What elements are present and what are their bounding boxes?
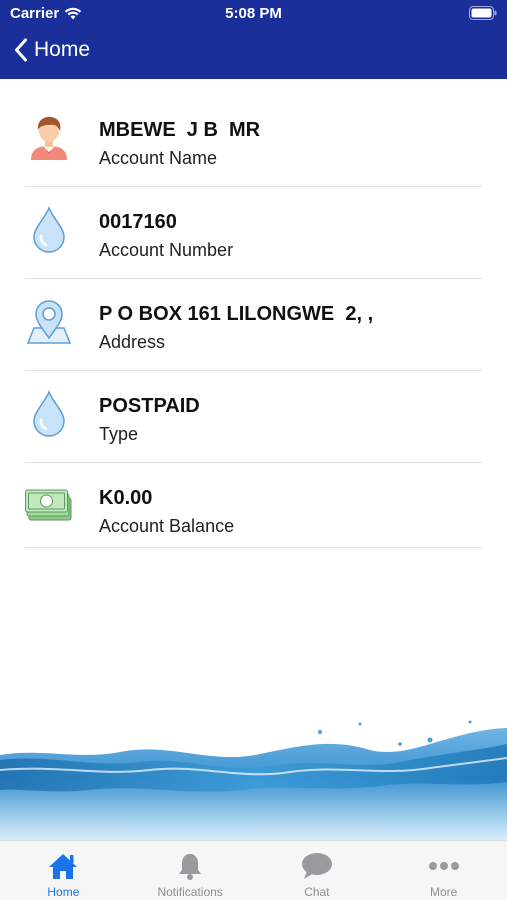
back-button[interactable]: Home xyxy=(14,38,90,62)
account-balance-label: Account Balance xyxy=(99,516,235,536)
type-label: Type xyxy=(99,424,139,444)
water-drop-icon xyxy=(25,205,73,255)
water-splash-image xyxy=(0,720,507,840)
status-bar: Carrier 5:08 PM xyxy=(0,0,507,28)
account-number-label: Account Number xyxy=(99,240,234,260)
list-item-address: P O BOX 161 LILONGWE 2, , Address xyxy=(25,279,482,371)
back-button-label: Home xyxy=(34,38,91,61)
home-icon xyxy=(47,851,79,881)
list-item-account-balance: K0.00 Account Balance xyxy=(25,463,482,548)
location-pin-icon xyxy=(25,297,73,347)
list-item-type: POSTPAID Type xyxy=(25,371,482,463)
tab-more-label: More xyxy=(429,885,458,899)
app-header: Carrier 5:08 PM Home xyxy=(0,0,507,79)
tab-notifications-label: Notifications xyxy=(157,885,223,899)
list-item-account-name: MBEWE J B MR Account Name xyxy=(25,95,482,187)
list-item-account-number: 0017160 Account Number xyxy=(25,187,482,279)
cash-icon xyxy=(25,481,73,531)
type-value: POSTPAID xyxy=(99,395,200,417)
account-number-value: 0017160 xyxy=(99,211,177,233)
account-name-value: MBEWE J B MR xyxy=(99,119,261,141)
status-time: 5:08 PM xyxy=(225,5,282,22)
chevron-left-icon xyxy=(15,38,27,62)
tab-more[interactable]: More xyxy=(380,841,507,900)
account-balance-value: K0.00 xyxy=(99,487,153,509)
tab-home[interactable]: Home xyxy=(0,841,127,900)
tab-chat-label: Chat xyxy=(304,885,330,899)
person-icon xyxy=(25,113,73,163)
tab-home-label: Home xyxy=(47,885,80,899)
chat-bubble-icon xyxy=(301,851,333,881)
account-details-list: MBEWE J B MR Account Name 0017160 Accoun… xyxy=(0,95,507,548)
battery-icon xyxy=(469,6,497,20)
tab-bar: Home Notifications Chat More xyxy=(0,840,507,900)
address-value: P O BOX 161 LILONGWE 2, , xyxy=(99,303,374,325)
water-drop-icon xyxy=(25,389,73,439)
tab-notifications[interactable]: Notifications xyxy=(127,841,254,900)
address-label: Address xyxy=(99,332,166,352)
tab-chat[interactable]: Chat xyxy=(254,841,381,900)
more-dots-icon xyxy=(428,851,460,881)
bell-icon xyxy=(174,851,206,881)
account-name-label: Account Name xyxy=(99,148,218,168)
